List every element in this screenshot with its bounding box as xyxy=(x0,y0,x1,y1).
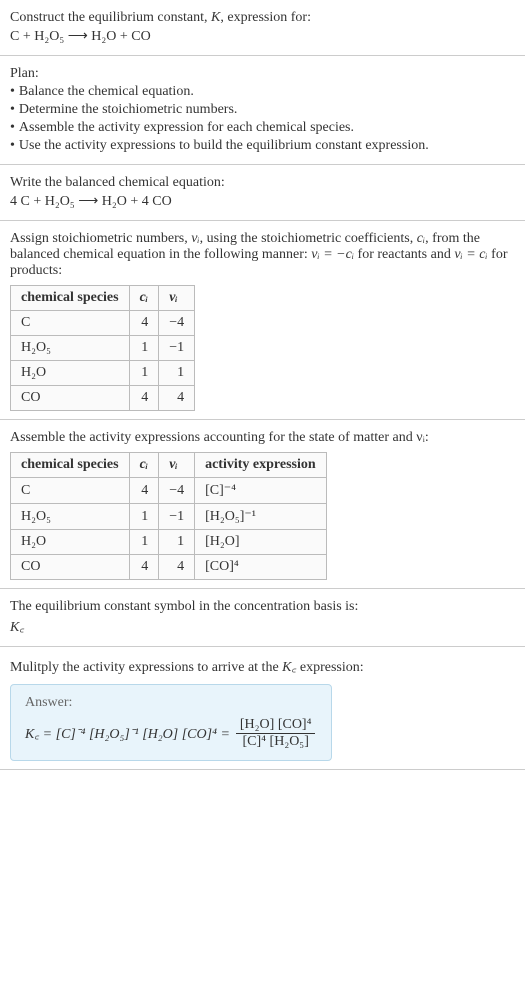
cell-ci: 1 xyxy=(129,336,159,361)
plan-b3: Assemble the activity expression for eac… xyxy=(19,120,354,135)
balanced-intro: Write the balanced chemical equation: xyxy=(10,175,515,191)
answer-equation: K꜀ = [C]⁻⁴ [H₂O₅]⁻¹ [H₂O] [CO]⁴ = [H₂O] … xyxy=(25,717,317,750)
balanced-equation: 4 C + H₂O₅ ⟶ H₂O + 4 CO xyxy=(10,193,515,210)
cell-nu: 4 xyxy=(159,555,195,580)
cell-ci: 1 xyxy=(129,504,159,530)
cell-species: H₂O xyxy=(11,530,130,555)
k-symbol: K xyxy=(211,10,220,25)
plan-b4: Use the activity expressions to build th… xyxy=(19,138,429,153)
answer-lhs: K꜀ = [C]⁻⁴ [H₂O₅]⁻¹ [H₂O] [CO]⁴ = xyxy=(25,724,230,743)
table-row: C 4 −4 xyxy=(11,311,195,336)
col-nu: νᵢ xyxy=(159,453,195,478)
nu-symbol: νᵢ xyxy=(191,231,199,246)
plan-section: Plan: • Balance the chemical equation. • D… xyxy=(0,56,525,165)
kc-intro: The equilibrium constant symbol in the c… xyxy=(10,599,515,615)
stoich-table: chemical species cᵢ νᵢ C 4 −4 H₂O₅ 1 −1 … xyxy=(10,285,195,411)
multiply-t1: Mulitply the activity expressions to arr… xyxy=(10,660,282,675)
table-header-row: chemical species cᵢ νᵢ xyxy=(11,286,195,311)
table-row: H₂O₅ 1 −1 [H₂O₅]⁻¹ xyxy=(11,504,327,530)
table-row: CO 4 4 xyxy=(11,386,195,411)
rel-react: νᵢ = −cᵢ xyxy=(311,247,354,262)
table-row: H₂O 1 1 [H₂O] xyxy=(11,530,327,555)
title-text-2: , expression for: xyxy=(220,10,311,25)
cell-ci: 1 xyxy=(129,361,159,386)
cell-nu: 1 xyxy=(159,361,195,386)
plan-bullet: • Assemble the activity expression for ea… xyxy=(10,120,515,136)
kc-symbol: K꜀ xyxy=(10,617,515,636)
kc-inline: K꜀ xyxy=(282,660,296,675)
assign-t1: Assign stoichiometric numbers, xyxy=(10,231,191,246)
plan-bullet: • Use the activity expressions to build t… xyxy=(10,138,515,154)
cell-species: H₂O₅ xyxy=(11,504,130,530)
cell-ci: 1 xyxy=(129,530,159,555)
answer-numerator: [H₂O] [CO]⁴ xyxy=(236,717,316,734)
bullet-icon: • xyxy=(10,138,15,153)
unbalanced-equation: C + H₂O₅ ⟶ H₂O + CO xyxy=(10,28,515,45)
answer-label: Answer: xyxy=(25,695,317,711)
col-species: chemical species xyxy=(11,286,130,311)
cell-activity: [C]⁻⁴ xyxy=(195,478,327,504)
answer-denominator: [C]⁴ [H₂O₅] xyxy=(236,734,316,750)
table-row: H₂O₅ 1 −1 xyxy=(11,336,195,361)
page-title: Construct the equilibrium constant, K, e… xyxy=(10,10,515,26)
balanced-section: Write the balanced chemical equation: 4 … xyxy=(0,165,525,221)
cell-nu: −4 xyxy=(159,478,195,504)
cell-ci: 4 xyxy=(129,478,159,504)
cell-species: C xyxy=(11,311,130,336)
assign-t4: for reactants and xyxy=(354,247,454,262)
col-nu: νᵢ xyxy=(159,286,195,311)
assign-t2: , using the stoichiometric coefficients, xyxy=(200,231,417,246)
cell-activity: [H₂O₅]⁻¹ xyxy=(195,504,327,530)
table-row: H₂O 1 1 xyxy=(11,361,195,386)
bullet-icon: • xyxy=(10,84,15,99)
bullet-icon: • xyxy=(10,102,15,117)
table-header-row: chemical species cᵢ νᵢ activity expressi… xyxy=(11,453,327,478)
assign-section: Assign stoichiometric numbers, νᵢ, using… xyxy=(0,221,525,420)
col-activity: activity expression xyxy=(195,453,327,478)
activity-table: chemical species cᵢ νᵢ activity expressi… xyxy=(10,452,327,580)
cell-activity: [H₂O] xyxy=(195,530,327,555)
cell-species: CO xyxy=(11,386,130,411)
ci-symbol: cᵢ xyxy=(417,231,425,246)
plan-b2: Determine the stoichiometric numbers. xyxy=(19,102,238,117)
plan-bullet: • Determine the stoichiometric numbers. xyxy=(10,102,515,118)
cell-species: H₂O xyxy=(11,361,130,386)
answer-section: Mulitply the activity expressions to arr… xyxy=(0,647,525,770)
col-ci: cᵢ xyxy=(129,286,159,311)
multiply-t2: expression: xyxy=(296,660,363,675)
title-section: Construct the equilibrium constant, K, e… xyxy=(0,0,525,56)
cell-ci: 4 xyxy=(129,311,159,336)
activity-intro: Assemble the activity expressions accoun… xyxy=(10,430,515,446)
cell-activity: [CO]⁴ xyxy=(195,555,327,580)
col-ci: cᵢ xyxy=(129,453,159,478)
assign-text: Assign stoichiometric numbers, νᵢ, using… xyxy=(10,231,515,279)
plan-header: Plan: xyxy=(10,66,515,82)
cell-nu: 1 xyxy=(159,530,195,555)
answer-box: Answer: K꜀ = [C]⁻⁴ [H₂O₅]⁻¹ [H₂O] [CO]⁴ … xyxy=(10,684,332,761)
kc-symbol-section: The equilibrium constant symbol in the c… xyxy=(0,589,525,647)
cell-nu: −4 xyxy=(159,311,195,336)
activity-intro-text: Assemble the activity expressions accoun… xyxy=(10,430,429,445)
answer-fraction: [H₂O] [CO]⁴ [C]⁴ [H₂O₅] xyxy=(236,717,316,750)
cell-nu: 4 xyxy=(159,386,195,411)
plan-bullet: • Balance the chemical equation. xyxy=(10,84,515,100)
cell-species: CO xyxy=(11,555,130,580)
table-row: CO 4 4 [CO]⁴ xyxy=(11,555,327,580)
multiply-intro: Mulitply the activity expressions to arr… xyxy=(10,657,515,676)
cell-species: H₂O₅ xyxy=(11,336,130,361)
cell-ci: 4 xyxy=(129,386,159,411)
table-row: C 4 −4 [C]⁻⁴ xyxy=(11,478,327,504)
cell-nu: −1 xyxy=(159,336,195,361)
bullet-icon: • xyxy=(10,120,15,135)
rel-prod: νᵢ = cᵢ xyxy=(454,247,487,262)
plan-b1: Balance the chemical equation. xyxy=(19,84,194,99)
activity-section: Assemble the activity expressions accoun… xyxy=(0,420,525,589)
cell-nu: −1 xyxy=(159,504,195,530)
title-text-1: Construct the equilibrium constant, xyxy=(10,10,211,25)
col-species: chemical species xyxy=(11,453,130,478)
cell-ci: 4 xyxy=(129,555,159,580)
cell-species: C xyxy=(11,478,130,504)
